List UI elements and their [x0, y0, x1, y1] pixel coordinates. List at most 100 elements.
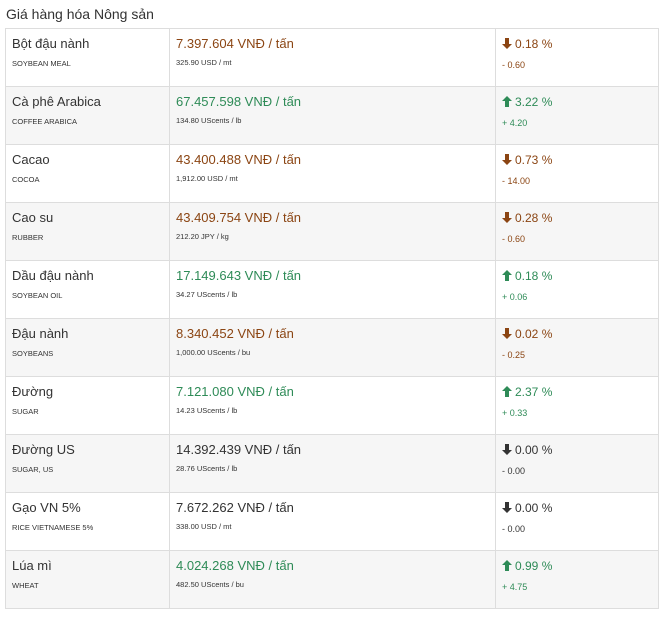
price-intl: 212.20 JPY / kg: [176, 232, 229, 241]
change-absolute: + 0.06: [502, 292, 528, 302]
table-row-7[interactable]: Đường SUGAR 7.121.080 VNĐ / tấn 14.23 US…: [5, 376, 659, 435]
change-percent-value: 2.37 %: [515, 385, 553, 399]
price-intl: 28.76 UScents / lb: [176, 464, 238, 473]
commodity-change-cell: 2.37 % + 0.33: [495, 376, 659, 435]
price-intl: 134.80 UScents / lb: [176, 116, 242, 125]
commodity-price-cell: 7.397.604 VNĐ / tấn 325.90 USD / mt: [169, 28, 496, 87]
commodity-name-cell: Cà phê Arabica COFFEE ARABICA: [5, 86, 170, 145]
table-row-3[interactable]: Cacao COCOA 43.400.488 VNĐ / tấn 1,912.0…: [5, 144, 659, 203]
commodity-price-cell: 17.149.643 VNĐ / tấn 34.27 UScents / lb: [169, 260, 496, 319]
commodity-code: COFFEE ARABICA: [12, 117, 78, 126]
arrow-up-icon: [502, 269, 512, 281]
change-percent: 0.00 %: [502, 500, 658, 516]
commodity-name[interactable]: Bột đậu nành: [12, 36, 169, 52]
commodity-price-cell: 14.392.439 VNĐ / tấn 28.76 UScents / lb: [169, 434, 496, 493]
page-title: Giá hàng hóa Nông sản: [6, 6, 154, 22]
change-absolute: - 0.00: [502, 466, 526, 476]
change-percent-value: 0.99 %: [515, 559, 553, 573]
change-absolute: - 14.00: [502, 176, 531, 186]
commodity-name-cell: Đậu nành SOYBEANS: [5, 318, 170, 377]
price-intl: 482.50 UScents / bu: [176, 580, 244, 589]
commodity-name-cell: Cao su RUBBER: [5, 202, 170, 261]
change-percent-value: 0.18 %: [515, 37, 553, 51]
commodity-name-cell: Bột đậu nành SOYBEAN MEAL: [5, 28, 170, 87]
commodity-code: SUGAR: [12, 407, 39, 416]
arrow-down-icon: [502, 443, 512, 455]
commodity-name[interactable]: Cao su: [12, 210, 169, 226]
arrow-up-icon: [502, 385, 512, 397]
commodity-name[interactable]: Lúa mì: [12, 558, 169, 574]
table-row-9[interactable]: Gạo VN 5% RICE VIETNAMESE 5% 7.672.262 V…: [5, 492, 659, 551]
commodity-name-cell: Đường US SUGAR, US: [5, 434, 170, 493]
change-percent: 0.18 %: [502, 36, 658, 52]
change-absolute: + 4.75: [502, 582, 528, 592]
change-percent-value: 0.02 %: [515, 327, 553, 341]
commodity-change-cell: 3.22 % + 4.20: [495, 86, 659, 145]
change-percent-value: 0.18 %: [515, 269, 553, 283]
price-intl: 1,000.00 UScents / bu: [176, 348, 251, 357]
change-percent: 0.99 %: [502, 558, 658, 574]
table-row-1[interactable]: Bột đậu nành SOYBEAN MEAL 7.397.604 VNĐ …: [5, 28, 659, 87]
commodity-name-cell: Gạo VN 5% RICE VIETNAMESE 5%: [5, 492, 170, 551]
commodity-rows: Bột đậu nành SOYBEAN MEAL 7.397.604 VNĐ …: [5, 28, 659, 609]
table-row-2[interactable]: Cà phê Arabica COFFEE ARABICA 67.457.598…: [5, 86, 659, 145]
table-row-10[interactable]: Lúa mì WHEAT 4.024.268 VNĐ / tấn 482.50 …: [5, 550, 659, 609]
price-vnd: 14.392.439 VNĐ / tấn: [176, 442, 302, 457]
commodity-change-cell: 0.18 % + 0.06: [495, 260, 659, 319]
commodity-code: SOYBEAN MEAL: [12, 59, 71, 68]
price-vnd: 8.340.452 VNĐ / tấn: [176, 326, 294, 341]
price-vnd: 7.672.262 VNĐ / tấn: [176, 500, 294, 515]
table-row-4[interactable]: Cao su RUBBER 43.409.754 VNĐ / tấn 212.2…: [5, 202, 659, 261]
commodity-code: WHEAT: [12, 581, 39, 590]
change-percent: 3.22 %: [502, 94, 658, 110]
commodity-change-cell: 0.99 % + 4.75: [495, 550, 659, 609]
price-intl: 325.90 USD / mt: [176, 58, 232, 67]
commodity-name[interactable]: Đường US: [12, 442, 169, 458]
change-absolute: + 0.33: [502, 408, 528, 418]
commodity-name[interactable]: Cà phê Arabica: [12, 94, 169, 110]
commodity-price-cell: 7.672.262 VNĐ / tấn 338.00 USD / mt: [169, 492, 496, 551]
table-row-6[interactable]: Đậu nành SOYBEANS 8.340.452 VNĐ / tấn 1,…: [5, 318, 659, 377]
price-vnd: 67.457.598 VNĐ / tấn: [176, 94, 302, 109]
commodity-price-cell: 43.409.754 VNĐ / tấn 212.20 JPY / kg: [169, 202, 496, 261]
price-vnd: 4.024.268 VNĐ / tấn: [176, 558, 294, 573]
change-absolute: + 4.20: [502, 118, 528, 128]
change-absolute: - 0.00: [502, 524, 526, 534]
commodity-price-cell: 7.121.080 VNĐ / tấn 14.23 UScents / lb: [169, 376, 496, 435]
table-row-5[interactable]: Dầu đậu nành SOYBEAN OIL 17.149.643 VNĐ …: [5, 260, 659, 319]
price-vnd: 7.121.080 VNĐ / tấn: [176, 384, 294, 399]
arrow-down-icon: [502, 501, 512, 513]
commodity-code: SUGAR, US: [12, 465, 54, 474]
change-percent: 0.18 %: [502, 268, 658, 284]
arrow-down-icon: [502, 327, 512, 339]
commodity-name[interactable]: Đường: [12, 384, 169, 400]
change-percent-value: 0.00 %: [515, 443, 553, 457]
price-vnd: 43.400.488 VNĐ / tấn: [176, 152, 302, 167]
change-percent-value: 3.22 %: [515, 95, 553, 109]
commodity-change-cell: 0.18 % - 0.60: [495, 28, 659, 87]
commodity-change-cell: 0.73 % - 14.00: [495, 144, 659, 203]
commodity-name[interactable]: Đậu nành: [12, 326, 169, 342]
commodity-name[interactable]: Gạo VN 5%: [12, 500, 169, 516]
commodity-price-cell: 4.024.268 VNĐ / tấn 482.50 UScents / bu: [169, 550, 496, 609]
price-vnd: 43.409.754 VNĐ / tấn: [176, 210, 302, 225]
change-percent-value: 0.28 %: [515, 211, 553, 225]
commodity-name[interactable]: Dầu đậu nành: [12, 268, 169, 284]
change-percent: 0.02 %: [502, 326, 658, 342]
commodity-name[interactable]: Cacao: [12, 152, 169, 168]
commodity-code: COCOA: [12, 175, 40, 184]
table-row-8[interactable]: Đường US SUGAR, US 14.392.439 VNĐ / tấn …: [5, 434, 659, 493]
commodity-change-cell: 0.28 % - 0.60: [495, 202, 659, 261]
commodity-change-cell: 0.02 % - 0.25: [495, 318, 659, 377]
price-vnd: 7.397.604 VNĐ / tấn: [176, 36, 294, 51]
arrow-up-icon: [502, 559, 512, 571]
commodity-name-cell: Dầu đậu nành SOYBEAN OIL: [5, 260, 170, 319]
price-intl: 338.00 USD / mt: [176, 522, 232, 531]
change-percent: 0.73 %: [502, 152, 658, 168]
change-absolute: - 0.60: [502, 234, 526, 244]
commodity-change-cell: 0.00 % - 0.00: [495, 492, 659, 551]
commodity-price-table: Bột đậu nành SOYBEAN MEAL 7.397.604 VNĐ …: [5, 28, 659, 609]
commodity-price-cell: 43.400.488 VNĐ / tấn 1,912.00 USD / mt: [169, 144, 496, 203]
change-percent-value: 0.00 %: [515, 501, 553, 515]
commodity-name-cell: Lúa mì WHEAT: [5, 550, 170, 609]
